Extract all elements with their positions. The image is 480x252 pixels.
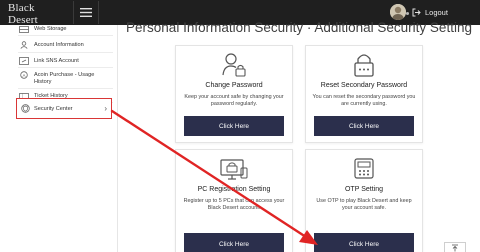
- padlock-icon: [354, 54, 374, 77]
- svg-text:A: A: [22, 73, 25, 78]
- logout-label: Logout: [425, 8, 448, 17]
- pc-registration-card: PC Registration Setting Register up to 5…: [175, 149, 293, 252]
- card-title: PC Registration Setting: [197, 186, 271, 193]
- pc-registration-button[interactable]: Click Here: [184, 233, 284, 252]
- avatar[interactable]: [390, 4, 406, 20]
- hamburger-menu-icon: [80, 8, 92, 17]
- sidebar-item-link-sns[interactable]: Link SNS Account: [18, 57, 113, 65]
- status-dot: [406, 12, 409, 15]
- scroll-to-top-button[interactable]: [444, 242, 466, 252]
- user-lock-icon: [222, 53, 246, 77]
- change-password-card: Change Password Keep your account safe b…: [175, 45, 293, 143]
- otp-setting-button[interactable]: Click Here: [314, 233, 414, 252]
- sidebar-item-label: Link SNS Account: [34, 57, 79, 64]
- shield-icon: [21, 104, 30, 113]
- black-desert-logo[interactable]: Black Desert REMASTERED: [8, 2, 60, 31]
- person-icon: [18, 41, 29, 49]
- card-description: Keep your account safe by changing your …: [184, 94, 284, 107]
- reset-secondary-password-button[interactable]: Click Here: [314, 116, 414, 136]
- sidebar-item-acoin-purchase[interactable]: A Acoin Purchase - Usage History: [18, 71, 113, 86]
- sidebar-item-label: Web Storage: [34, 25, 67, 32]
- storage-icon: [18, 25, 29, 33]
- card-description: Register up to 5 PCs that can access you…: [183, 198, 285, 211]
- otp-device-icon: [354, 158, 374, 179]
- card-title: OTP Setting: [344, 186, 383, 193]
- divider: [18, 67, 113, 68]
- card-description: You can reset the secondary password you…: [312, 94, 416, 107]
- sidebar-item-security-center[interactable]: Security Center ›: [16, 98, 112, 119]
- sidebar-item-web-storage[interactable]: Web Storage: [18, 25, 113, 33]
- reset-secondary-password-card: Reset Secondary Password You can reset t…: [305, 45, 423, 143]
- otp-setting-card: OTP Setting Use OTP to play Black Desert…: [305, 149, 423, 252]
- sidebar-item-label: Acoin Purchase - Usage History: [34, 71, 95, 85]
- divider: [18, 35, 113, 36]
- sidebar-item-account-information[interactable]: Account Information: [18, 41, 113, 49]
- divider: [18, 52, 113, 53]
- sidebar-item-label: Account Information: [34, 41, 84, 48]
- divider: [18, 88, 113, 89]
- logout-icon: [412, 8, 421, 17]
- hamburger-menu-button[interactable]: [73, 1, 99, 24]
- sidebar: Web Storage Account Information Link SNS…: [0, 25, 118, 252]
- page-title: Personal Information Security · Addition…: [126, 20, 472, 35]
- avatar-image: [390, 4, 406, 20]
- monitor-lock-icon: [220, 159, 248, 180]
- logo-text: Black Desert: [8, 2, 38, 26]
- card-title: Reset Secondary Password: [320, 82, 408, 89]
- card-description: Use OTP to play Black Desert and keep yo…: [316, 198, 412, 211]
- logout-button[interactable]: Logout: [412, 6, 448, 19]
- coin-icon: A: [18, 71, 29, 79]
- arrow-up-icon: [452, 244, 458, 252]
- sidebar-item-label: Security Center: [34, 105, 73, 112]
- change-password-button[interactable]: Click Here: [184, 116, 284, 136]
- card-title: Change Password: [205, 82, 263, 89]
- chevron-right-icon: ›: [104, 103, 107, 113]
- link-icon: [18, 57, 29, 65]
